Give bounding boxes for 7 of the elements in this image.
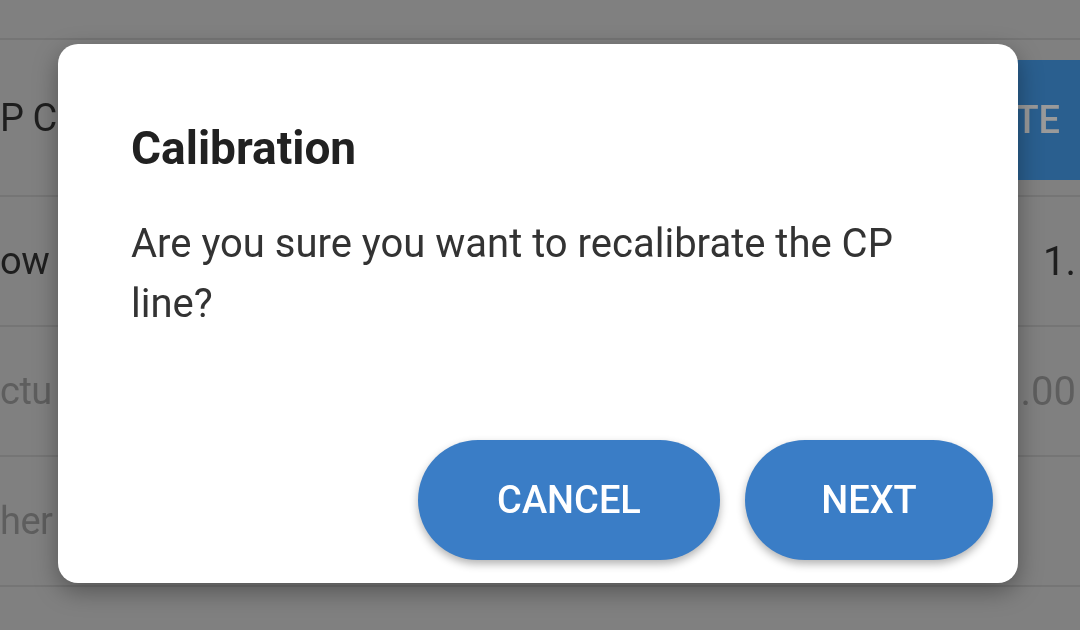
row-label: P C xyxy=(0,95,57,140)
dialog-title: Calibration xyxy=(131,120,358,176)
row-label: ow xyxy=(0,239,50,283)
next-button[interactable]: NEXT xyxy=(745,440,993,560)
cancel-button[interactable]: CANCEL xyxy=(418,440,720,560)
dialog-message: Are you sure you want to recalibrate the CP line? xyxy=(131,219,894,329)
row-value: 1. xyxy=(1042,237,1077,285)
